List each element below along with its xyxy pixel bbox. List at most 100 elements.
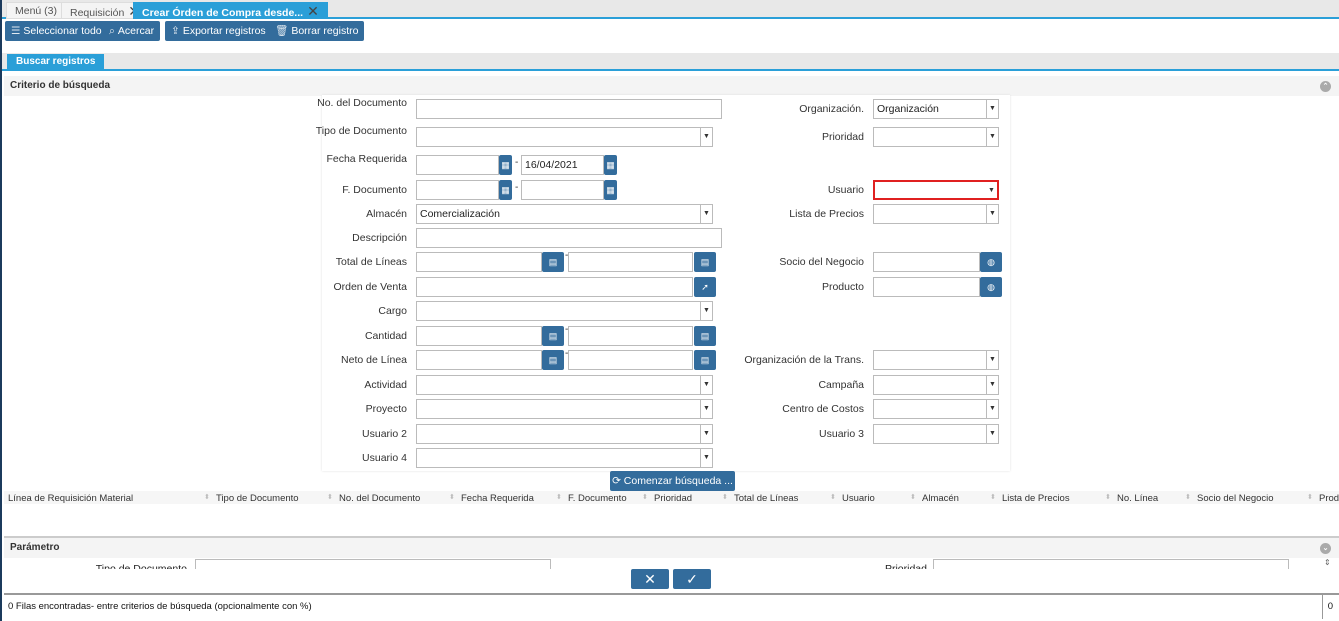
chevron-down-icon[interactable]: ▼ bbox=[986, 180, 999, 200]
column-header[interactable]: Socio del Negocio bbox=[1197, 493, 1274, 504]
f-documento-to[interactable] bbox=[521, 180, 604, 200]
almacen-select[interactable]: Comercialización bbox=[416, 204, 701, 224]
scrollbar[interactable]: ⇕ bbox=[1324, 558, 1331, 567]
column-header[interactable]: Prod bbox=[1319, 493, 1339, 504]
fecha-requerida-from[interactable] bbox=[416, 155, 499, 175]
prioridad-select[interactable] bbox=[873, 127, 987, 147]
chevron-down-icon[interactable]: ▼ bbox=[986, 99, 999, 119]
chevron-down-icon[interactable]: ▼ bbox=[986, 127, 999, 147]
sort-icon[interactable]: ⬍ bbox=[1185, 493, 1191, 501]
select-all-button[interactable]: ☰ Seleccionar todo bbox=[5, 21, 108, 41]
cantidad-from[interactable] bbox=[416, 326, 542, 346]
zoom-icon: ⌕ bbox=[109, 25, 115, 37]
calculator-icon[interactable]: ▤ bbox=[542, 252, 564, 272]
usuario-select[interactable] bbox=[873, 180, 987, 200]
cancel-button[interactable]: ✕ bbox=[631, 569, 669, 589]
calendar-icon[interactable]: ▦ bbox=[499, 180, 512, 200]
close-icon[interactable]: ✕ bbox=[307, 3, 319, 19]
cargo-select[interactable] bbox=[416, 301, 701, 321]
sort-icon[interactable]: ⬍ bbox=[722, 493, 728, 501]
usuario-4-select[interactable] bbox=[416, 448, 701, 468]
proyecto-select[interactable] bbox=[416, 399, 701, 419]
orden-de-venta-input[interactable] bbox=[416, 277, 693, 297]
tab-crear-orden[interactable]: Crear Órden de Compra desde... ✕ bbox=[133, 2, 328, 19]
column-header[interactable]: Lista de Precios bbox=[1002, 493, 1070, 504]
cantidad-to[interactable] bbox=[568, 326, 693, 346]
chevron-down-icon[interactable]: ▼ bbox=[986, 399, 999, 419]
param-prioridad-input[interactable] bbox=[933, 559, 1289, 569]
sort-icon[interactable]: ⬍ bbox=[556, 493, 562, 501]
delete-button[interactable]: 🗑 Borrar registro bbox=[269, 21, 365, 41]
column-header[interactable]: Usuario bbox=[842, 493, 875, 504]
no-del-documento-input[interactable] bbox=[416, 99, 722, 119]
chevron-down-icon[interactable]: ▼ bbox=[986, 350, 999, 370]
calculator-icon[interactable]: ▤ bbox=[542, 350, 564, 370]
column-header[interactable]: Fecha Requerida bbox=[461, 493, 534, 504]
neto-de-linea-to[interactable] bbox=[568, 350, 693, 370]
column-header[interactable]: F. Documento bbox=[568, 493, 627, 504]
start-search-button[interactable]: ⟳ Comenzar búsqueda ... bbox=[610, 471, 735, 491]
fecha-requerida-to[interactable]: 16/04/2021 bbox=[521, 155, 604, 175]
param-label: Prioridad bbox=[884, 563, 927, 569]
sort-icon[interactable]: ⬍ bbox=[1105, 493, 1111, 501]
calendar-icon[interactable]: ▦ bbox=[499, 155, 512, 175]
sort-icon[interactable]: ⬍ bbox=[204, 493, 210, 501]
calculator-icon[interactable]: ▤ bbox=[694, 326, 716, 346]
column-header[interactable]: No. Línea bbox=[1117, 493, 1158, 504]
parameter-header[interactable]: Parámetro ⌄ bbox=[4, 538, 1339, 558]
field-label: Usuario bbox=[827, 184, 864, 196]
chevron-down-icon[interactable]: ▼ bbox=[700, 301, 713, 321]
zoom-button[interactable]: ⌕ Acercar bbox=[103, 21, 161, 41]
ok-button[interactable]: ✓ bbox=[673, 569, 711, 589]
sort-icon[interactable]: ⬍ bbox=[990, 493, 996, 501]
criteria-header[interactable]: Criterio de búsqueda ⌃ bbox=[4, 76, 1339, 96]
field-label: Campaña bbox=[818, 379, 864, 391]
total-de-lineas-to[interactable] bbox=[568, 252, 693, 272]
expand-icon[interactable]: ⌄ bbox=[1320, 543, 1331, 554]
tab-buscar-registros[interactable]: Buscar registros bbox=[7, 54, 105, 71]
search-button[interactable]: ◍ bbox=[980, 277, 1002, 297]
sort-icon[interactable]: ⬍ bbox=[830, 493, 836, 501]
field-label: Organización. bbox=[799, 103, 864, 115]
tipo-de-documento-select[interactable] bbox=[416, 127, 701, 147]
export-button[interactable]: ⇪ Exportar registros bbox=[165, 21, 272, 41]
calendar-icon[interactable]: ▦ bbox=[604, 180, 617, 200]
column-header[interactable]: Almacén bbox=[922, 493, 959, 504]
neto-de-linea-from[interactable] bbox=[416, 350, 542, 370]
calculator-icon[interactable]: ▤ bbox=[542, 326, 564, 346]
column-header[interactable]: Línea de Requisición Material bbox=[8, 493, 133, 504]
campana-select[interactable] bbox=[873, 375, 987, 395]
collapse-icon[interactable]: ⌃ bbox=[1320, 81, 1331, 92]
sort-icon[interactable]: ⬍ bbox=[910, 493, 916, 501]
column-header[interactable]: Tipo de Documento bbox=[216, 493, 299, 504]
field-label: Proyecto bbox=[365, 403, 407, 415]
lista-de-precios-select[interactable] bbox=[873, 204, 987, 224]
usuario-3-select[interactable] bbox=[873, 424, 987, 444]
field-label: Neto de Línea bbox=[341, 354, 407, 366]
total-de-lineas-from[interactable] bbox=[416, 252, 542, 272]
centro-de-costos-select[interactable] bbox=[873, 399, 987, 419]
sort-icon[interactable]: ⬍ bbox=[642, 493, 648, 501]
tab-menu[interactable]: Menú (3) bbox=[6, 2, 67, 19]
calendar-icon[interactable]: ▦ bbox=[604, 155, 617, 175]
producto-input[interactable] bbox=[873, 277, 980, 297]
socio-del-negocio-input[interactable] bbox=[873, 252, 980, 272]
sort-icon[interactable]: ⬍ bbox=[449, 493, 455, 501]
chevron-down-icon[interactable]: ▼ bbox=[986, 204, 999, 224]
sort-icon[interactable]: ⬍ bbox=[327, 493, 333, 501]
column-header[interactable]: Total de Líneas bbox=[734, 493, 798, 504]
f-documento-from[interactable] bbox=[416, 180, 499, 200]
sort-icon[interactable]: ⬍ bbox=[1307, 493, 1313, 501]
organizacion-de-la-trans-select[interactable] bbox=[873, 350, 987, 370]
param-tipo-documento-input[interactable] bbox=[195, 559, 551, 569]
chevron-down-icon[interactable]: ▼ bbox=[986, 424, 999, 444]
descripcion-input[interactable] bbox=[416, 228, 722, 248]
organizacion-select[interactable]: Organización bbox=[873, 99, 987, 119]
chevron-down-icon[interactable]: ▼ bbox=[986, 375, 999, 395]
column-header[interactable]: No. del Documento bbox=[339, 493, 420, 504]
usuario-2-select[interactable] bbox=[416, 424, 701, 444]
actividad-select[interactable] bbox=[416, 375, 701, 395]
chevron-down-icon[interactable]: ▼ bbox=[700, 448, 713, 468]
column-header[interactable]: Prioridad bbox=[654, 493, 692, 504]
search-button[interactable]: ◍ bbox=[980, 252, 1002, 272]
